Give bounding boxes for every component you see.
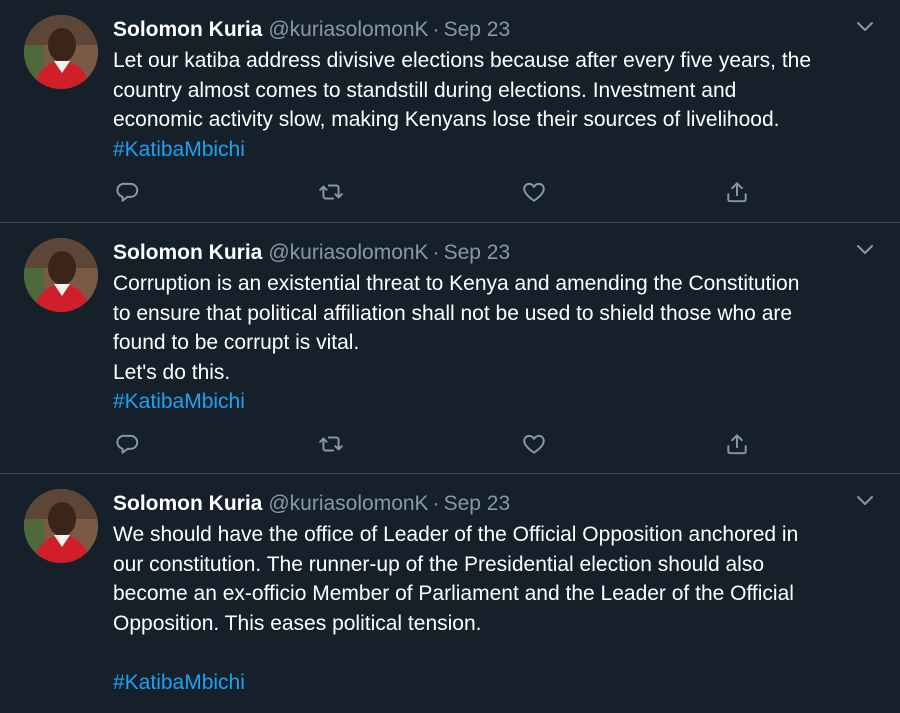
share-button[interactable]: [722, 177, 752, 207]
tweet-text-line: Let's do this.: [113, 360, 231, 384]
author-handle[interactable]: @kuriasolomonK: [268, 18, 428, 41]
tweet-actions: [113, 177, 753, 207]
separator: ·: [432, 18, 440, 41]
tweet-text: Let our katiba address divisive election…: [113, 46, 873, 164]
chevron-down-icon[interactable]: [854, 238, 876, 260]
reply-button[interactable]: [113, 429, 143, 459]
author-handle[interactable]: @kuriasolomonK: [268, 241, 428, 264]
tweet-text: Corruption is an existential threat to K…: [113, 269, 873, 417]
tweet-header: Solomon Kuria @kuriasolomonK · Sep 23: [113, 238, 510, 268]
tweet-text-line: country almost comes to standstill durin…: [113, 78, 737, 102]
hashtag-link[interactable]: #KatibaMbichi: [113, 135, 873, 165]
tweet-text-line: Let our katiba address divisive election…: [113, 49, 812, 72]
share-icon: [727, 182, 747, 203]
like-button[interactable]: [519, 177, 549, 207]
author-handle[interactable]: @kuriasolomonK: [268, 492, 428, 515]
tweet-actions: [113, 429, 753, 459]
tweet-header: Solomon Kuria @kuriasolomonK · Sep 23: [113, 489, 510, 519]
tweet-date[interactable]: Sep 23: [444, 18, 511, 41]
author-name[interactable]: Solomon Kuria: [113, 18, 262, 41]
avatar-image: [24, 489, 98, 563]
timeline-feed: Solomon Kuria @kuriasolomonK · Sep 23 Let o…: [0, 0, 900, 713]
paragraph-break: [113, 638, 873, 668]
reply-button[interactable]: [113, 177, 143, 207]
share-icon: [727, 434, 747, 455]
avatar-image: [24, 15, 98, 89]
tweet-text-line: We should have the office of Leader of t…: [113, 523, 799, 546]
retweet-button[interactable]: [316, 177, 346, 207]
tweet-text-line: Opposition. This eases political tension…: [113, 611, 482, 635]
tweet-date[interactable]: Sep 23: [444, 241, 511, 264]
hashtag-link[interactable]: #KatibaMbichi: [113, 668, 873, 698]
heart-icon: [523, 182, 545, 202]
retweet-icon: [319, 184, 343, 200]
chevron-down-icon[interactable]: [854, 489, 876, 511]
tweet-text-line: Corruption is an existential threat to K…: [113, 272, 800, 295]
reply-icon: [116, 434, 139, 454]
avatar[interactable]: [24, 238, 98, 312]
tweet-text-line: become an ex-officio Member of Parliamen…: [113, 582, 794, 605]
chevron-down-icon[interactable]: [854, 15, 876, 37]
tweet-date[interactable]: Sep 23: [444, 492, 511, 515]
tweet-text-line: to ensure that political affiliation sha…: [113, 301, 793, 325]
tweet[interactable]: Solomon Kuria @kuriasolomonK · Sep 23 We sh…: [0, 474, 900, 713]
tweet-text: We should have the office of Leader of t…: [113, 520, 873, 697]
avatar[interactable]: [24, 489, 98, 563]
avatar-image: [24, 238, 98, 312]
tweet[interactable]: Solomon Kuria @kuriasolomonK · Sep 23 Corru…: [0, 223, 900, 474]
author-name[interactable]: Solomon Kuria: [113, 492, 262, 515]
retweet-button[interactable]: [316, 429, 346, 459]
retweet-icon: [319, 436, 343, 452]
tweet-text-line: our constitution. The runner-up of the P…: [113, 552, 765, 576]
reply-icon: [116, 182, 139, 202]
like-button[interactable]: [519, 429, 549, 459]
separator: ·: [432, 492, 440, 515]
tweet-text-line: found to be corrupt is vital.: [113, 331, 360, 354]
separator: ·: [432, 241, 440, 264]
avatar[interactable]: [24, 15, 98, 89]
tweet-header: Solomon Kuria @kuriasolomonK · Sep 23: [113, 15, 510, 45]
share-button[interactable]: [722, 429, 752, 459]
author-name[interactable]: Solomon Kuria: [113, 241, 262, 264]
hashtag-link[interactable]: #KatibaMbichi: [113, 387, 873, 417]
tweet[interactable]: Solomon Kuria @kuriasolomonK · Sep 23 Let o…: [0, 0, 900, 223]
tweet-text-line: economic activity slow, making Kenyans l…: [113, 108, 780, 131]
heart-icon: [523, 434, 545, 454]
